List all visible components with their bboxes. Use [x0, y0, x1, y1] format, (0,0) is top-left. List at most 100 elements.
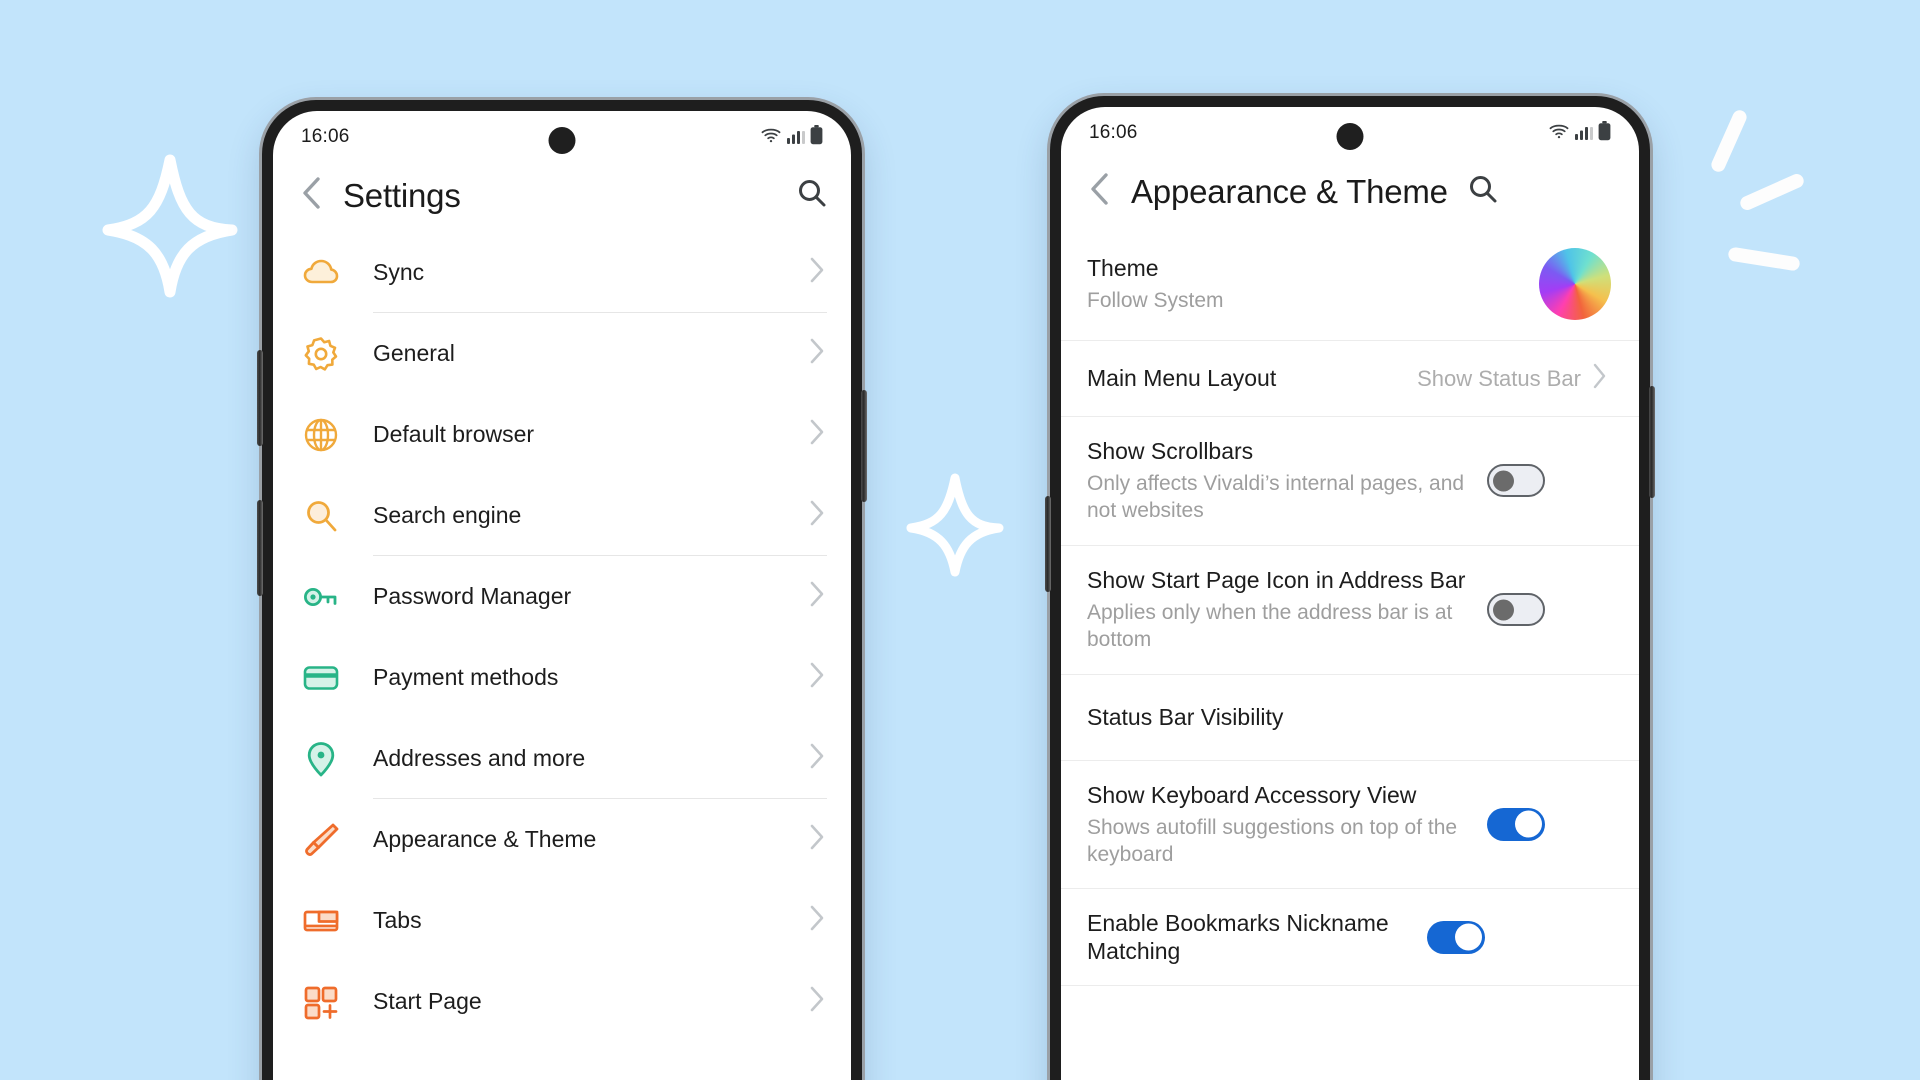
row-title: Status Bar Visibility — [1087, 704, 1284, 731]
sidebar-item-label: Appearance & Theme — [373, 826, 597, 852]
chevron-right-icon — [805, 659, 829, 696]
toggle-show-start-page-icon[interactable] — [1487, 593, 1545, 627]
settings-list: Sync General Default browser Search engi… — [273, 232, 851, 1042]
start-page-icon — [299, 980, 343, 1024]
front-camera-punch-hole — [548, 127, 576, 154]
wifi-icon — [1548, 122, 1570, 145]
cellular-signal-icon — [787, 126, 805, 149]
sidebar-item-general[interactable]: General — [273, 313, 851, 394]
sidebar-item-appearance-and-theme[interactable]: Appearance & Theme — [273, 799, 851, 880]
phone-left: 16:06 Settings Sync General Default brow… — [257, 100, 867, 1080]
row-main-menu-layout[interactable]: Main Menu Layout Show Status Bar — [1061, 341, 1639, 417]
chevron-right-icon — [805, 497, 829, 534]
battery-icon — [1598, 120, 1611, 146]
sidebar-item-payment-methods[interactable]: Payment methods — [273, 637, 851, 718]
sidebar-item-tabs[interactable]: Tabs — [273, 880, 851, 961]
front-camera-punch-hole — [1336, 123, 1364, 150]
chevron-right-icon — [805, 821, 829, 858]
sidebar-item-label: General — [373, 340, 455, 366]
row-enable-bookmarks-nickname-matching[interactable]: Enable Bookmarks Nickname Matching — [1061, 889, 1639, 987]
map-pin-icon — [299, 737, 343, 781]
row-title: Main Menu Layout — [1087, 365, 1277, 392]
volume-up-button[interactable] — [257, 350, 263, 446]
right-app-bar: Appearance & Theme — [1061, 159, 1639, 228]
sidebar-item-label: Addresses and more — [373, 745, 586, 771]
sparkle-left — [100, 150, 240, 300]
toggle-show-keyboard-accessory-view[interactable] — [1487, 807, 1545, 841]
phone-right: 16:06 Appearance & Theme Theme Follow Sy… — [1045, 96, 1655, 1080]
dash-middle — [1738, 171, 1806, 213]
globe-icon — [299, 413, 343, 457]
sidebar-item-label: Tabs — [373, 907, 422, 933]
toggle-show-scrollbars[interactable] — [1487, 464, 1545, 498]
cloud-icon — [299, 251, 343, 295]
row-title: Show Start Page Icon in Address Bar — [1087, 566, 1466, 593]
sidebar-item-label: Default browser — [373, 421, 535, 447]
row-show-start-page-icon[interactable]: Show Start Page Icon in Address Bar Appl… — [1061, 546, 1639, 675]
row-show-scrollbars[interactable]: Show Scrollbars Only affects Vivaldi’s i… — [1061, 417, 1639, 546]
search-icon[interactable] — [1466, 172, 1500, 211]
sidebar-item-label: Sync — [373, 259, 425, 285]
gear-icon — [299, 332, 343, 376]
row-show-keyboard-accessory-view[interactable]: Show Keyboard Accessory View Shows autof… — [1061, 761, 1639, 890]
sidebar-item-search-engine[interactable]: Search engine — [273, 475, 851, 556]
sidebar-item-start-page[interactable]: Start Page — [273, 961, 851, 1042]
status-icon-group — [760, 124, 823, 150]
status-time: 16:06 — [1089, 122, 1138, 143]
cellular-signal-icon — [1575, 122, 1593, 145]
battery-icon — [810, 124, 823, 150]
power-button[interactable] — [861, 390, 867, 502]
wifi-icon — [760, 126, 782, 149]
dash-bottom — [1727, 246, 1801, 272]
volume-down-button[interactable] — [257, 500, 263, 596]
sidebar-item-password-manager[interactable]: Password Manager — [273, 556, 851, 637]
dash-top — [1709, 108, 1749, 174]
key-icon — [299, 575, 343, 619]
credit-card-icon — [299, 656, 343, 700]
sidebar-item-default-browser[interactable]: Default browser — [273, 394, 851, 475]
sidebar-item-label: Search engine — [373, 502, 522, 528]
left-status-bar: 16:06 — [273, 111, 851, 163]
toggle-enable-bookmarks-nickname-matching[interactable] — [1427, 920, 1485, 954]
chevron-right-icon — [805, 335, 829, 372]
phone-left-screen: 16:06 Settings Sync General Default brow… — [273, 111, 851, 1080]
status-time: 16:06 — [301, 126, 350, 147]
back-chevron-icon[interactable] — [1083, 169, 1117, 214]
phone-right-screen: 16:06 Appearance & Theme Theme Follow Sy… — [1061, 107, 1639, 1080]
status-icon-group — [1548, 120, 1611, 146]
row-status-bar-visibility[interactable]: Status Bar Visibility — [1061, 675, 1639, 761]
row-title: Show Scrollbars — [1087, 438, 1254, 464]
row-title: Theme — [1087, 254, 1159, 281]
row-value: Show Status Bar — [1417, 365, 1581, 391]
tabs-icon — [299, 899, 343, 943]
left-app-bar: Settings — [273, 163, 851, 232]
sidebar-item-label: Password Manager — [373, 583, 572, 609]
chevron-right-icon — [805, 416, 829, 453]
right-status-bar: 16:06 — [1061, 107, 1639, 159]
chevron-right-icon — [805, 983, 829, 1020]
magnifier-icon — [299, 494, 343, 538]
paintbrush-icon — [299, 818, 343, 862]
sidebar-item-label: Start Page — [373, 988, 482, 1014]
row-title: Enable Bookmarks Nickname Matching — [1087, 910, 1389, 965]
row-subtitle: Only affects Vivaldi’s internal pages, a… — [1087, 472, 1465, 522]
row-subtitle: Shows autofill suggestions on top of the… — [1087, 815, 1458, 866]
volume-up-button-right[interactable] — [1045, 496, 1051, 592]
chevron-right-icon — [805, 740, 829, 777]
sidebar-item-sync[interactable]: Sync — [273, 232, 851, 313]
power-button-right[interactable] — [1649, 386, 1655, 498]
chevron-right-icon — [805, 254, 829, 291]
back-chevron-icon[interactable] — [295, 173, 329, 218]
search-icon[interactable] — [795, 176, 829, 215]
sidebar-item-label: Payment methods — [373, 664, 559, 690]
row-subtitle: Applies only when the address bar is at … — [1087, 600, 1453, 651]
page-title: Settings — [343, 176, 461, 214]
chevron-right-icon — [805, 578, 829, 615]
sparkle-center — [905, 470, 1005, 580]
theme-color-wheel-icon[interactable] — [1539, 248, 1611, 320]
sidebar-item-addresses-and-more[interactable]: Addresses and more — [273, 718, 851, 799]
appearance-list: Theme Follow System Main Menu Layout Sho… — [1061, 228, 1639, 987]
row-theme[interactable]: Theme Follow System — [1061, 228, 1639, 341]
row-title: Show Keyboard Accessory View — [1087, 781, 1417, 808]
chevron-right-icon — [805, 902, 829, 939]
